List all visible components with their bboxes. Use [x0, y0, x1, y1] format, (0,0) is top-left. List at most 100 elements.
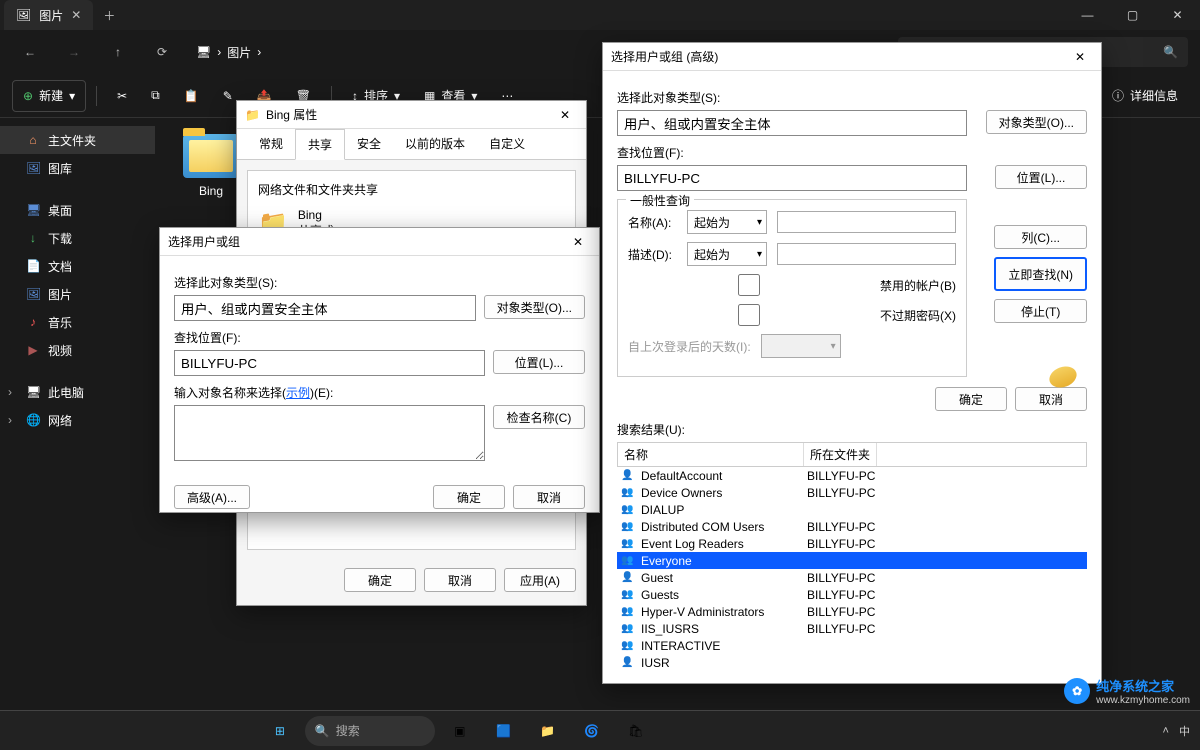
result-row[interactable]: 👥IIS_IUSRSBILLYFU-PC [617, 620, 1087, 637]
new-tab-button[interactable]: ＋ [93, 7, 125, 24]
column-header-name[interactable]: 名称 [618, 443, 804, 466]
logo-icon: ✿ [1064, 678, 1090, 704]
close-icon[interactable]: ✕ [1067, 50, 1093, 64]
taskbar-app-explorer[interactable]: 📁 [529, 715, 567, 747]
tab-security[interactable]: 安全 [345, 129, 393, 159]
sidebar-item-home[interactable]: ⌂主文件夹 [0, 126, 155, 154]
copy-button[interactable]: ⧉ [141, 80, 170, 112]
start-button[interactable]: ⊞ [261, 715, 299, 747]
stop-button[interactable]: 停止(T) [994, 299, 1087, 323]
taskbar-app-store[interactable]: 🛍 [617, 715, 655, 747]
dialog-titlebar[interactable]: 选择用户或组 ✕ [160, 228, 599, 256]
apply-button[interactable]: 应用(A) [504, 568, 576, 592]
tab-general[interactable]: 常规 [247, 129, 295, 159]
sidebar-item-gallery[interactable]: 🖼图库 [0, 154, 155, 182]
result-row[interactable]: 👥INTERACTIVE [617, 637, 1087, 654]
object-type-input[interactable] [174, 295, 476, 321]
cancel-button[interactable]: 取消 [1015, 387, 1087, 411]
tab-sharing[interactable]: 共享 [295, 129, 345, 160]
new-button[interactable]: ⊕ 新建 ▾ [12, 80, 86, 112]
cut-button[interactable]: ✂ [107, 80, 137, 112]
description-input[interactable] [777, 243, 956, 265]
tab-customize[interactable]: 自定义 [477, 129, 537, 159]
results-body[interactable]: 👤DefaultAccountBILLYFU-PC👥Device OwnersB… [617, 467, 1087, 671]
close-button[interactable]: ✕ [1155, 0, 1200, 30]
sidebar-item-network[interactable]: ›🌐网络 [0, 406, 155, 434]
refresh-button[interactable]: ⟳ [144, 36, 180, 68]
chevron-right-icon[interactable]: › [8, 413, 12, 427]
name-input[interactable] [777, 211, 956, 233]
result-row[interactable]: 👤DefaultAccountBILLYFU-PC [617, 467, 1087, 484]
forward-button[interactable]: → [56, 36, 92, 68]
close-icon[interactable]: ✕ [552, 108, 578, 122]
ok-button[interactable]: 确定 [935, 387, 1007, 411]
object-types-button[interactable]: 对象类型(O)... [484, 295, 585, 319]
result-row[interactable]: 👥Distributed COM UsersBILLYFU-PC [617, 518, 1087, 535]
results-label: 搜索结果(U): [617, 421, 1087, 438]
result-row[interactable]: 👤IUSR [617, 654, 1087, 671]
location-input[interactable] [174, 350, 485, 376]
cancel-button[interactable]: 取消 [424, 568, 496, 592]
results-header[interactable]: 名称 所在文件夹 [617, 442, 1087, 467]
details-button[interactable]: ⓘ 详细信息 [1102, 80, 1188, 112]
sidebar-item-music[interactable]: ♪音乐 [0, 308, 155, 336]
example-link[interactable]: 示例 [286, 386, 310, 400]
location-input[interactable] [617, 165, 967, 191]
locations-button[interactable]: 位置(L)... [493, 350, 585, 374]
tab-previous-versions[interactable]: 以前的版本 [393, 129, 477, 159]
non-expiring-checkbox[interactable] [628, 304, 870, 326]
explorer-tab[interactable]: 🖼 图片 ✕ [4, 0, 93, 30]
object-type-input[interactable] [617, 110, 967, 136]
locations-button[interactable]: 位置(L)... [995, 165, 1087, 189]
sidebar-item-downloads[interactable]: ↓下载 [0, 224, 155, 252]
advanced-button[interactable]: 高级(A)... [174, 485, 250, 509]
sidebar-item-pictures[interactable]: 🖼图片 [0, 280, 155, 308]
sidebar-item-documents[interactable]: 📄文档 [0, 252, 155, 280]
result-row[interactable]: 👤GuestBILLYFU-PC [617, 569, 1087, 586]
image-icon: 🖼 [16, 8, 31, 22]
taskbar-app[interactable]: 🟦 [485, 715, 523, 747]
find-now-button[interactable]: 立即查找(N) [994, 257, 1087, 291]
result-folder: BILLYFU-PC [807, 571, 875, 585]
name-match-combo[interactable]: 起始为 [687, 210, 767, 234]
dialog-titlebar[interactable]: 📁 Bing 属性 ✕ [237, 101, 586, 129]
result-row[interactable]: 👥Event Log ReadersBILLYFU-PC [617, 535, 1087, 552]
result-row[interactable]: 👥Everyone [617, 552, 1087, 569]
result-row[interactable]: 👥Device OwnersBILLYFU-PC [617, 484, 1087, 501]
back-button[interactable]: ← [12, 36, 48, 68]
system-tray[interactable]: ˄ 中 [1163, 723, 1190, 739]
chevron-right-icon[interactable]: › [8, 385, 12, 399]
result-row[interactable]: 👥DIALUP [617, 501, 1087, 518]
object-types-button[interactable]: 对象类型(O)... [986, 110, 1087, 134]
sidebar-item-this-pc[interactable]: ›🖥此电脑 [0, 378, 155, 406]
chevron-up-icon[interactable]: ˄ [1163, 725, 1169, 737]
breadcrumb-item[interactable]: 图片 [227, 44, 251, 61]
sidebar-item-videos[interactable]: ▶视频 [0, 336, 155, 364]
ime-indicator[interactable]: 中 [1179, 723, 1190, 739]
object-names-textarea[interactable] [174, 405, 485, 461]
object-type-label: 选择此对象类型(S): [174, 274, 585, 291]
description-match-combo[interactable]: 起始为 [687, 242, 767, 266]
sidebar-item-desktop[interactable]: 🖥桌面 [0, 196, 155, 224]
paste-button[interactable]: 📋 [174, 80, 209, 112]
close-tab-icon[interactable]: ✕ [71, 8, 81, 22]
name-label: 名称(A): [628, 214, 677, 231]
disabled-accounts-checkbox[interactable] [628, 274, 870, 296]
maximize-button[interactable]: ▢ [1110, 0, 1155, 30]
up-button[interactable]: ↑ [100, 36, 136, 68]
column-header-folder[interactable]: 所在文件夹 [804, 443, 877, 466]
taskbar-search[interactable]: 🔍搜索 [305, 716, 435, 746]
result-row[interactable]: 👥GuestsBILLYFU-PC [617, 586, 1087, 603]
dialog-title: 选择用户或组 (高级) [611, 48, 718, 65]
check-names-button[interactable]: 检查名称(C) [493, 405, 585, 429]
task-view-button[interactable]: ▣ [441, 715, 479, 747]
cancel-button[interactable]: 取消 [513, 485, 585, 509]
dialog-titlebar[interactable]: 选择用户或组 (高级) ✕ [603, 43, 1101, 71]
minimize-button[interactable]: — [1065, 0, 1110, 30]
taskbar-app-edge[interactable]: 🌀 [573, 715, 611, 747]
ok-button[interactable]: 确定 [433, 485, 505, 509]
columns-button[interactable]: 列(C)... [994, 225, 1087, 249]
result-row[interactable]: 👥Hyper-V AdministratorsBILLYFU-PC [617, 603, 1087, 620]
close-icon[interactable]: ✕ [565, 235, 591, 249]
ok-button[interactable]: 确定 [344, 568, 416, 592]
